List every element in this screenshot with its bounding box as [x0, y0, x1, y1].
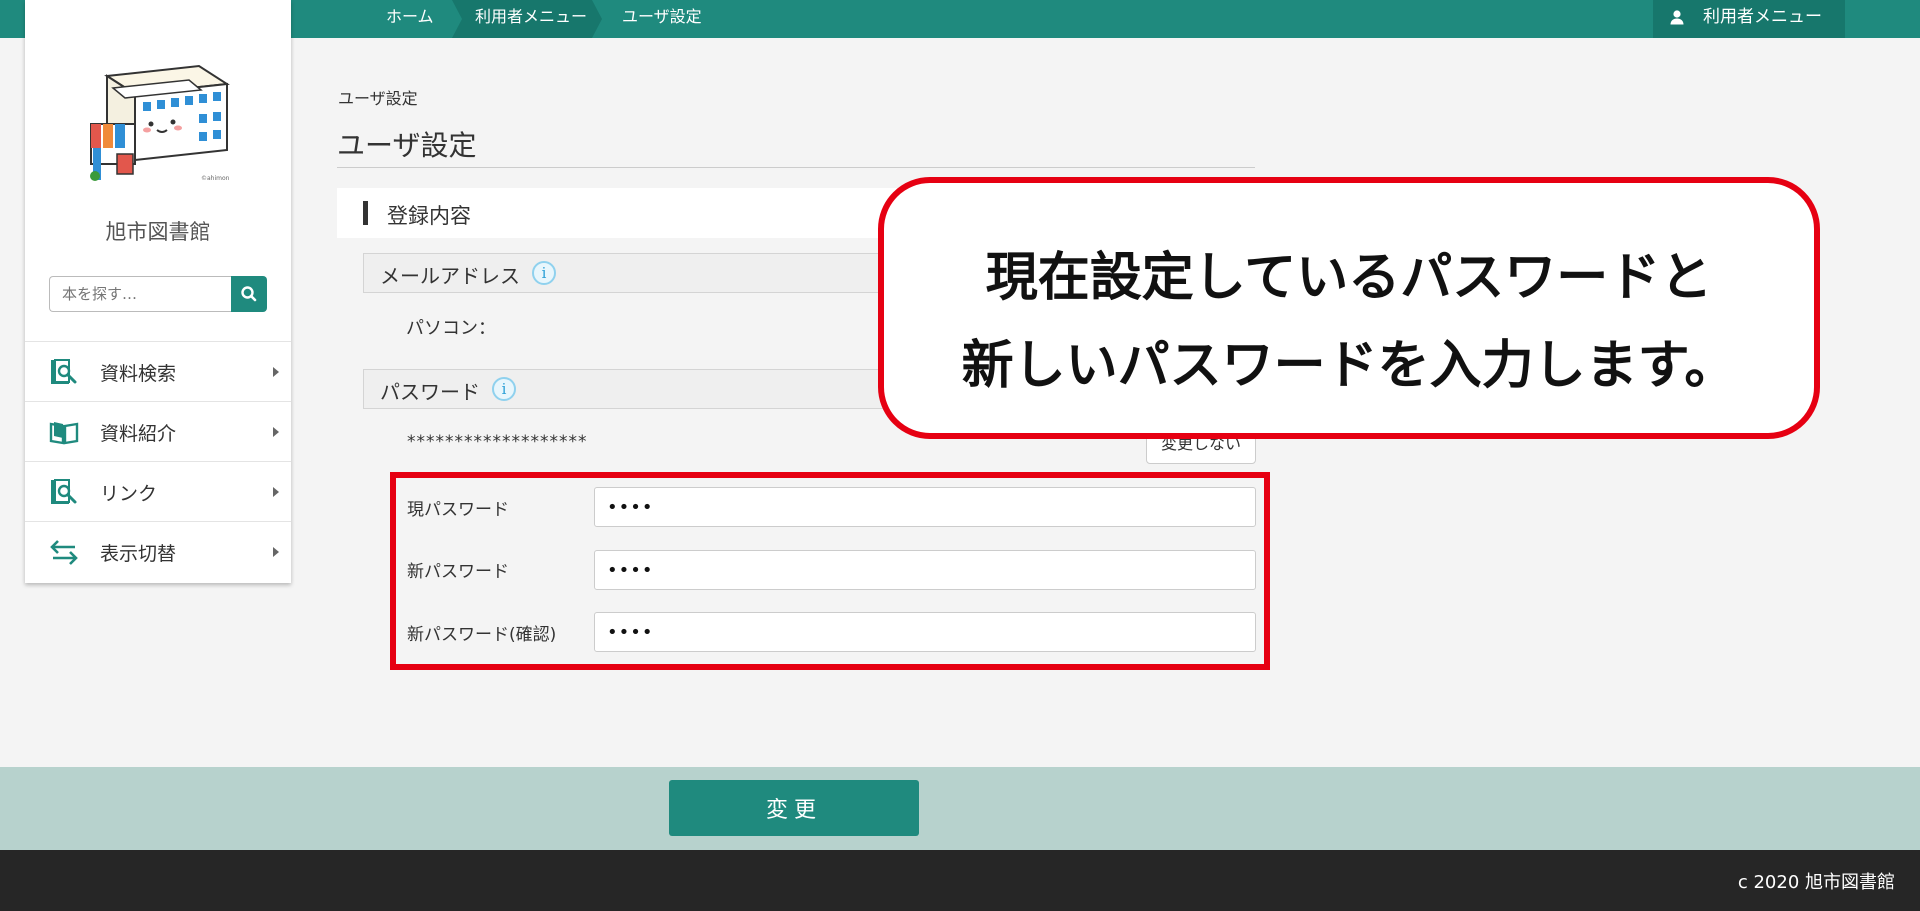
logo-caption: ©ahimon — [201, 175, 230, 182]
library-mascot-logo[interactable]: ©ahimon — [77, 58, 237, 186]
email-label: メールアドレス — [380, 264, 520, 288]
confirm-password-label: 新パスワード(確認) — [407, 625, 557, 645]
sidebar-item-display-toggle[interactable]: 表示切替 — [25, 521, 291, 581]
search-icon — [241, 286, 257, 302]
page-breadcrumb: ユーザ設定 — [338, 89, 418, 108]
page-title: ユーザ設定 — [337, 129, 477, 162]
sidebar-item-label: 表示切替 — [100, 543, 177, 565]
chevron-right-icon — [273, 427, 279, 437]
chevron-right-icon — [273, 547, 279, 557]
user-menu-button[interactable]: 利用者メニュー — [1653, 0, 1845, 38]
search-input[interactable] — [49, 276, 232, 312]
library-name: 旭市図書館 — [105, 220, 211, 244]
action-bar — [0, 767, 1920, 850]
search-book-icon — [51, 359, 77, 384]
title-divider — [337, 167, 1255, 168]
instruction-callout: 現在設定しているパスワードと 新しいパスワードを入力します。 — [878, 177, 1820, 439]
search-button[interactable] — [231, 276, 267, 312]
new-password-input[interactable] — [594, 550, 1256, 590]
change-button[interactable]: 変更 — [669, 780, 919, 836]
sidebar-item-material-search[interactable]: 資料検索 — [25, 341, 291, 401]
sidebar-item-label: 資料紹介 — [100, 423, 177, 445]
open-book-icon — [49, 422, 79, 445]
sidebar-item-material-introduction[interactable]: 資料紹介 — [25, 401, 291, 461]
current-password-input[interactable] — [594, 487, 1256, 527]
breadcrumb-current: ユーザ設定 — [622, 7, 702, 26]
user-menu-label: 利用者メニュー — [1703, 7, 1822, 27]
confirm-password-input[interactable] — [594, 612, 1256, 652]
link-search-icon — [51, 479, 77, 504]
callout-line-1: 現在設定しているパスワードと — [985, 248, 1713, 308]
section-marker — [363, 201, 368, 225]
breadcrumb-user-menu-link[interactable]: 利用者メニュー — [452, 0, 602, 38]
pc-email-label: パソコン： — [406, 318, 496, 339]
info-icon[interactable]: i — [492, 377, 516, 401]
footer: c 2020 旭市図書館 — [0, 850, 1920, 911]
password-label: パスワード — [380, 380, 480, 404]
new-password-label: 新パスワード — [407, 562, 509, 582]
sidebar-item-label: リンク — [100, 483, 158, 505]
callout-line-2: 新しいパスワードを入力します。 — [961, 336, 1737, 396]
info-icon[interactable]: i — [532, 261, 556, 285]
sidebar: ©ahimon 旭市図書館 資料検索 資料紹介 — [25, 0, 291, 583]
swap-arrows-icon — [50, 540, 78, 565]
chevron-right-icon — [273, 367, 279, 377]
sidebar-item-links[interactable]: リンク — [25, 461, 291, 521]
chevron-right-icon — [273, 487, 279, 497]
section-title: 登録内容 — [387, 204, 471, 228]
masked-password: ******************* — [407, 432, 588, 452]
copyright: c 2020 旭市図書館 — [1737, 872, 1895, 893]
current-password-label: 現パスワード — [407, 500, 509, 520]
breadcrumb-home-link[interactable]: ホーム — [386, 0, 434, 38]
user-icon — [1670, 10, 1684, 25]
sidebar-item-label: 資料検索 — [100, 363, 177, 385]
